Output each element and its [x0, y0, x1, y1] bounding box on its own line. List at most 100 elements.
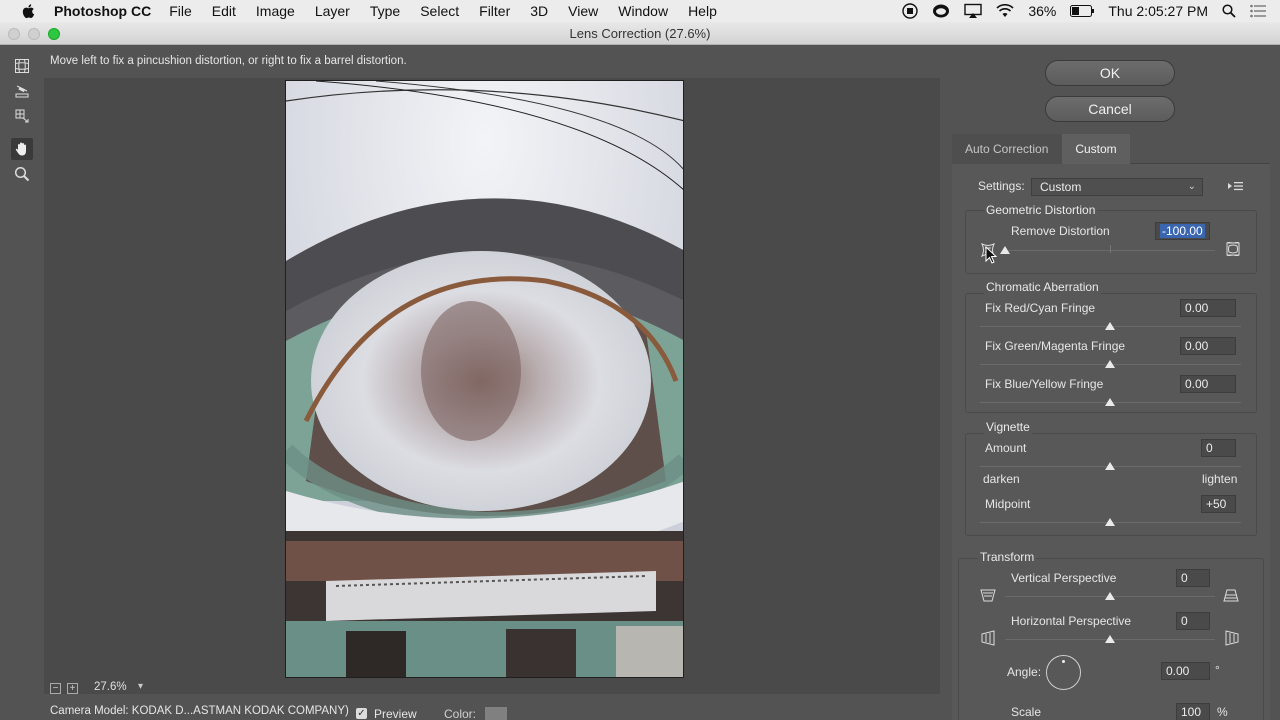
fix-blue-yellow-field[interactable]: 0.00	[1180, 375, 1236, 393]
dialog-titlebar: Lens Correction (27.6%)	[0, 22, 1280, 45]
remove-distortion-center-tick	[1110, 245, 1111, 253]
window-minimize-button[interactable]	[28, 28, 40, 40]
straighten-tool-icon[interactable]	[11, 80, 33, 102]
vignette-title: Vignette	[984, 420, 1032, 434]
menu-help[interactable]: Help	[688, 3, 717, 19]
move-grid-tool-icon[interactable]	[11, 105, 33, 127]
tool-column	[0, 45, 44, 720]
angle-dial-indicator	[1062, 660, 1065, 663]
angle-unit: °	[1215, 663, 1220, 677]
settings-label: Settings:	[978, 179, 1025, 193]
geometric-distortion-title: Geometric Distortion	[984, 203, 1098, 217]
menu-3d[interactable]: 3D	[530, 3, 548, 19]
dialog-title: Lens Correction (27.6%)	[569, 26, 711, 41]
vertical-perspective-label: Vertical Perspective	[1011, 571, 1117, 585]
vignette-amount-label: Amount	[985, 441, 1027, 455]
zoom-out-button[interactable]: −	[50, 683, 61, 694]
fix-blue-yellow-label: Fix Blue/Yellow Fringe	[985, 377, 1104, 391]
vignette-midpoint-slider-thumb[interactable]	[1105, 518, 1115, 526]
vignette-lighten-label: lighten	[1202, 472, 1238, 486]
menu-view[interactable]: View	[568, 3, 598, 19]
vertical-perspective-up-icon	[1223, 589, 1239, 605]
scale-unit: %	[1217, 705, 1228, 719]
settings-select[interactable]: Custom ⌄	[1031, 178, 1203, 196]
zoom-dropdown-chevron-icon[interactable]: ▾	[138, 681, 143, 692]
hand-tool-icon[interactable]	[11, 138, 33, 160]
vignette-darken-label: darken	[983, 472, 1020, 486]
menubar: Photoshop CC File Edit Image Layer Type …	[0, 0, 1280, 22]
battery-percent: 36%	[1028, 3, 1057, 19]
menu-select[interactable]: Select	[420, 3, 459, 19]
vignette-amount-field[interactable]: 0	[1201, 439, 1236, 457]
fix-blue-yellow-slider-thumb[interactable]	[1105, 398, 1115, 406]
remove-distortion-tool-icon[interactable]	[11, 55, 33, 77]
creative-cloud-icon[interactable]	[932, 3, 950, 19]
spotlight-search-icon[interactable]	[1222, 4, 1236, 18]
menu-layer[interactable]: Layer	[315, 3, 350, 19]
wifi-icon[interactable]	[996, 4, 1014, 18]
remove-distortion-slider-thumb[interactable]	[1000, 246, 1010, 254]
horizontal-perspective-slider-thumb[interactable]	[1105, 635, 1115, 643]
airplay-icon[interactable]	[964, 3, 983, 19]
notification-center-icon[interactable]	[1250, 4, 1266, 18]
horizontal-perspective-left-icon	[981, 630, 995, 649]
remove-distortion-field[interactable]: -100.00	[1155, 222, 1210, 240]
vignette-amount-slider-thumb[interactable]	[1105, 462, 1115, 470]
fix-green-magenta-field[interactable]: 0.00	[1180, 337, 1236, 355]
zoom-in-button[interactable]: +	[67, 683, 78, 694]
tab-custom[interactable]: Custom	[1062, 134, 1130, 164]
barrel-icon[interactable]	[1226, 241, 1240, 259]
menu-app-name[interactable]: Photoshop CC	[54, 3, 151, 19]
remove-distortion-label: Remove Distortion	[1011, 224, 1110, 238]
preview-label[interactable]: Preview	[374, 707, 417, 720]
menu-edit[interactable]: Edit	[212, 3, 236, 19]
settings-menu-icon[interactable]	[1228, 180, 1244, 195]
geometric-distortion-group	[965, 210, 1257, 274]
fix-green-magenta-slider-thumb[interactable]	[1105, 360, 1115, 368]
ok-button[interactable]: OK	[1045, 60, 1175, 86]
vertical-perspective-slider-thumb[interactable]	[1105, 592, 1115, 600]
preview-checkbox[interactable]: ✓	[356, 708, 367, 719]
mouse-cursor-icon	[985, 245, 998, 267]
horizontal-perspective-field[interactable]: 0	[1176, 612, 1210, 630]
menu-image[interactable]: Image	[256, 3, 295, 19]
fix-red-cyan-slider-thumb[interactable]	[1105, 322, 1115, 330]
vertical-perspective-field[interactable]: 0	[1176, 569, 1210, 587]
angle-field[interactable]: 0.00	[1161, 662, 1210, 680]
fix-green-magenta-label: Fix Green/Magenta Fringe	[985, 339, 1126, 353]
horizontal-perspective-label: Horizontal Perspective	[1011, 614, 1132, 628]
vertical-perspective-down-icon	[980, 589, 996, 605]
lens-corrected-photo[interactable]	[285, 80, 684, 678]
transform-title: Transform	[978, 550, 1037, 564]
grid-color-swatch[interactable]	[485, 707, 507, 720]
chromatic-aberration-title: Chromatic Aberration	[984, 280, 1101, 294]
window-zoom-button[interactable]	[48, 28, 60, 40]
correction-tabs: Auto Correction Custom	[952, 134, 1270, 164]
menu-type[interactable]: Type	[370, 3, 400, 19]
window-close-button[interactable]	[8, 28, 20, 40]
apple-icon[interactable]	[20, 2, 38, 20]
battery-icon[interactable]	[1070, 5, 1095, 17]
fix-red-cyan-field[interactable]: 0.00	[1180, 299, 1236, 317]
remove-distortion-value: -100.00	[1160, 224, 1205, 238]
zoom-level[interactable]: 27.6%	[94, 681, 127, 693]
grid-color-label: Color:	[444, 707, 477, 720]
menubar-clock[interactable]: Thu 2:05:27 PM	[1108, 3, 1208, 19]
tab-auto-correction[interactable]: Auto Correction	[952, 134, 1062, 164]
angle-label: Angle:	[1007, 665, 1042, 679]
vignette-midpoint-field[interactable]: +50	[1201, 495, 1236, 513]
cancel-button[interactable]: Cancel	[1045, 96, 1175, 122]
distorted-building-image	[286, 81, 683, 677]
menu-window[interactable]: Window	[618, 3, 668, 19]
horizontal-perspective-right-icon	[1225, 630, 1239, 649]
scale-field[interactable]: 100	[1176, 703, 1210, 720]
camera-model-text: Camera Model: KODAK D...ASTMAN KODAK COM…	[50, 705, 349, 717]
scale-label: Scale	[1011, 705, 1042, 719]
zoom-tool-icon[interactable]	[11, 163, 33, 185]
menu-filter[interactable]: Filter	[479, 3, 510, 19]
tool-hint-text: Move left to fix a pincushion distortion…	[50, 55, 407, 67]
chevron-down-icon: ⌄	[1187, 181, 1196, 192]
menu-file[interactable]: File	[169, 3, 192, 19]
settings-value: Custom	[1040, 180, 1082, 194]
record-icon[interactable]	[902, 3, 919, 19]
